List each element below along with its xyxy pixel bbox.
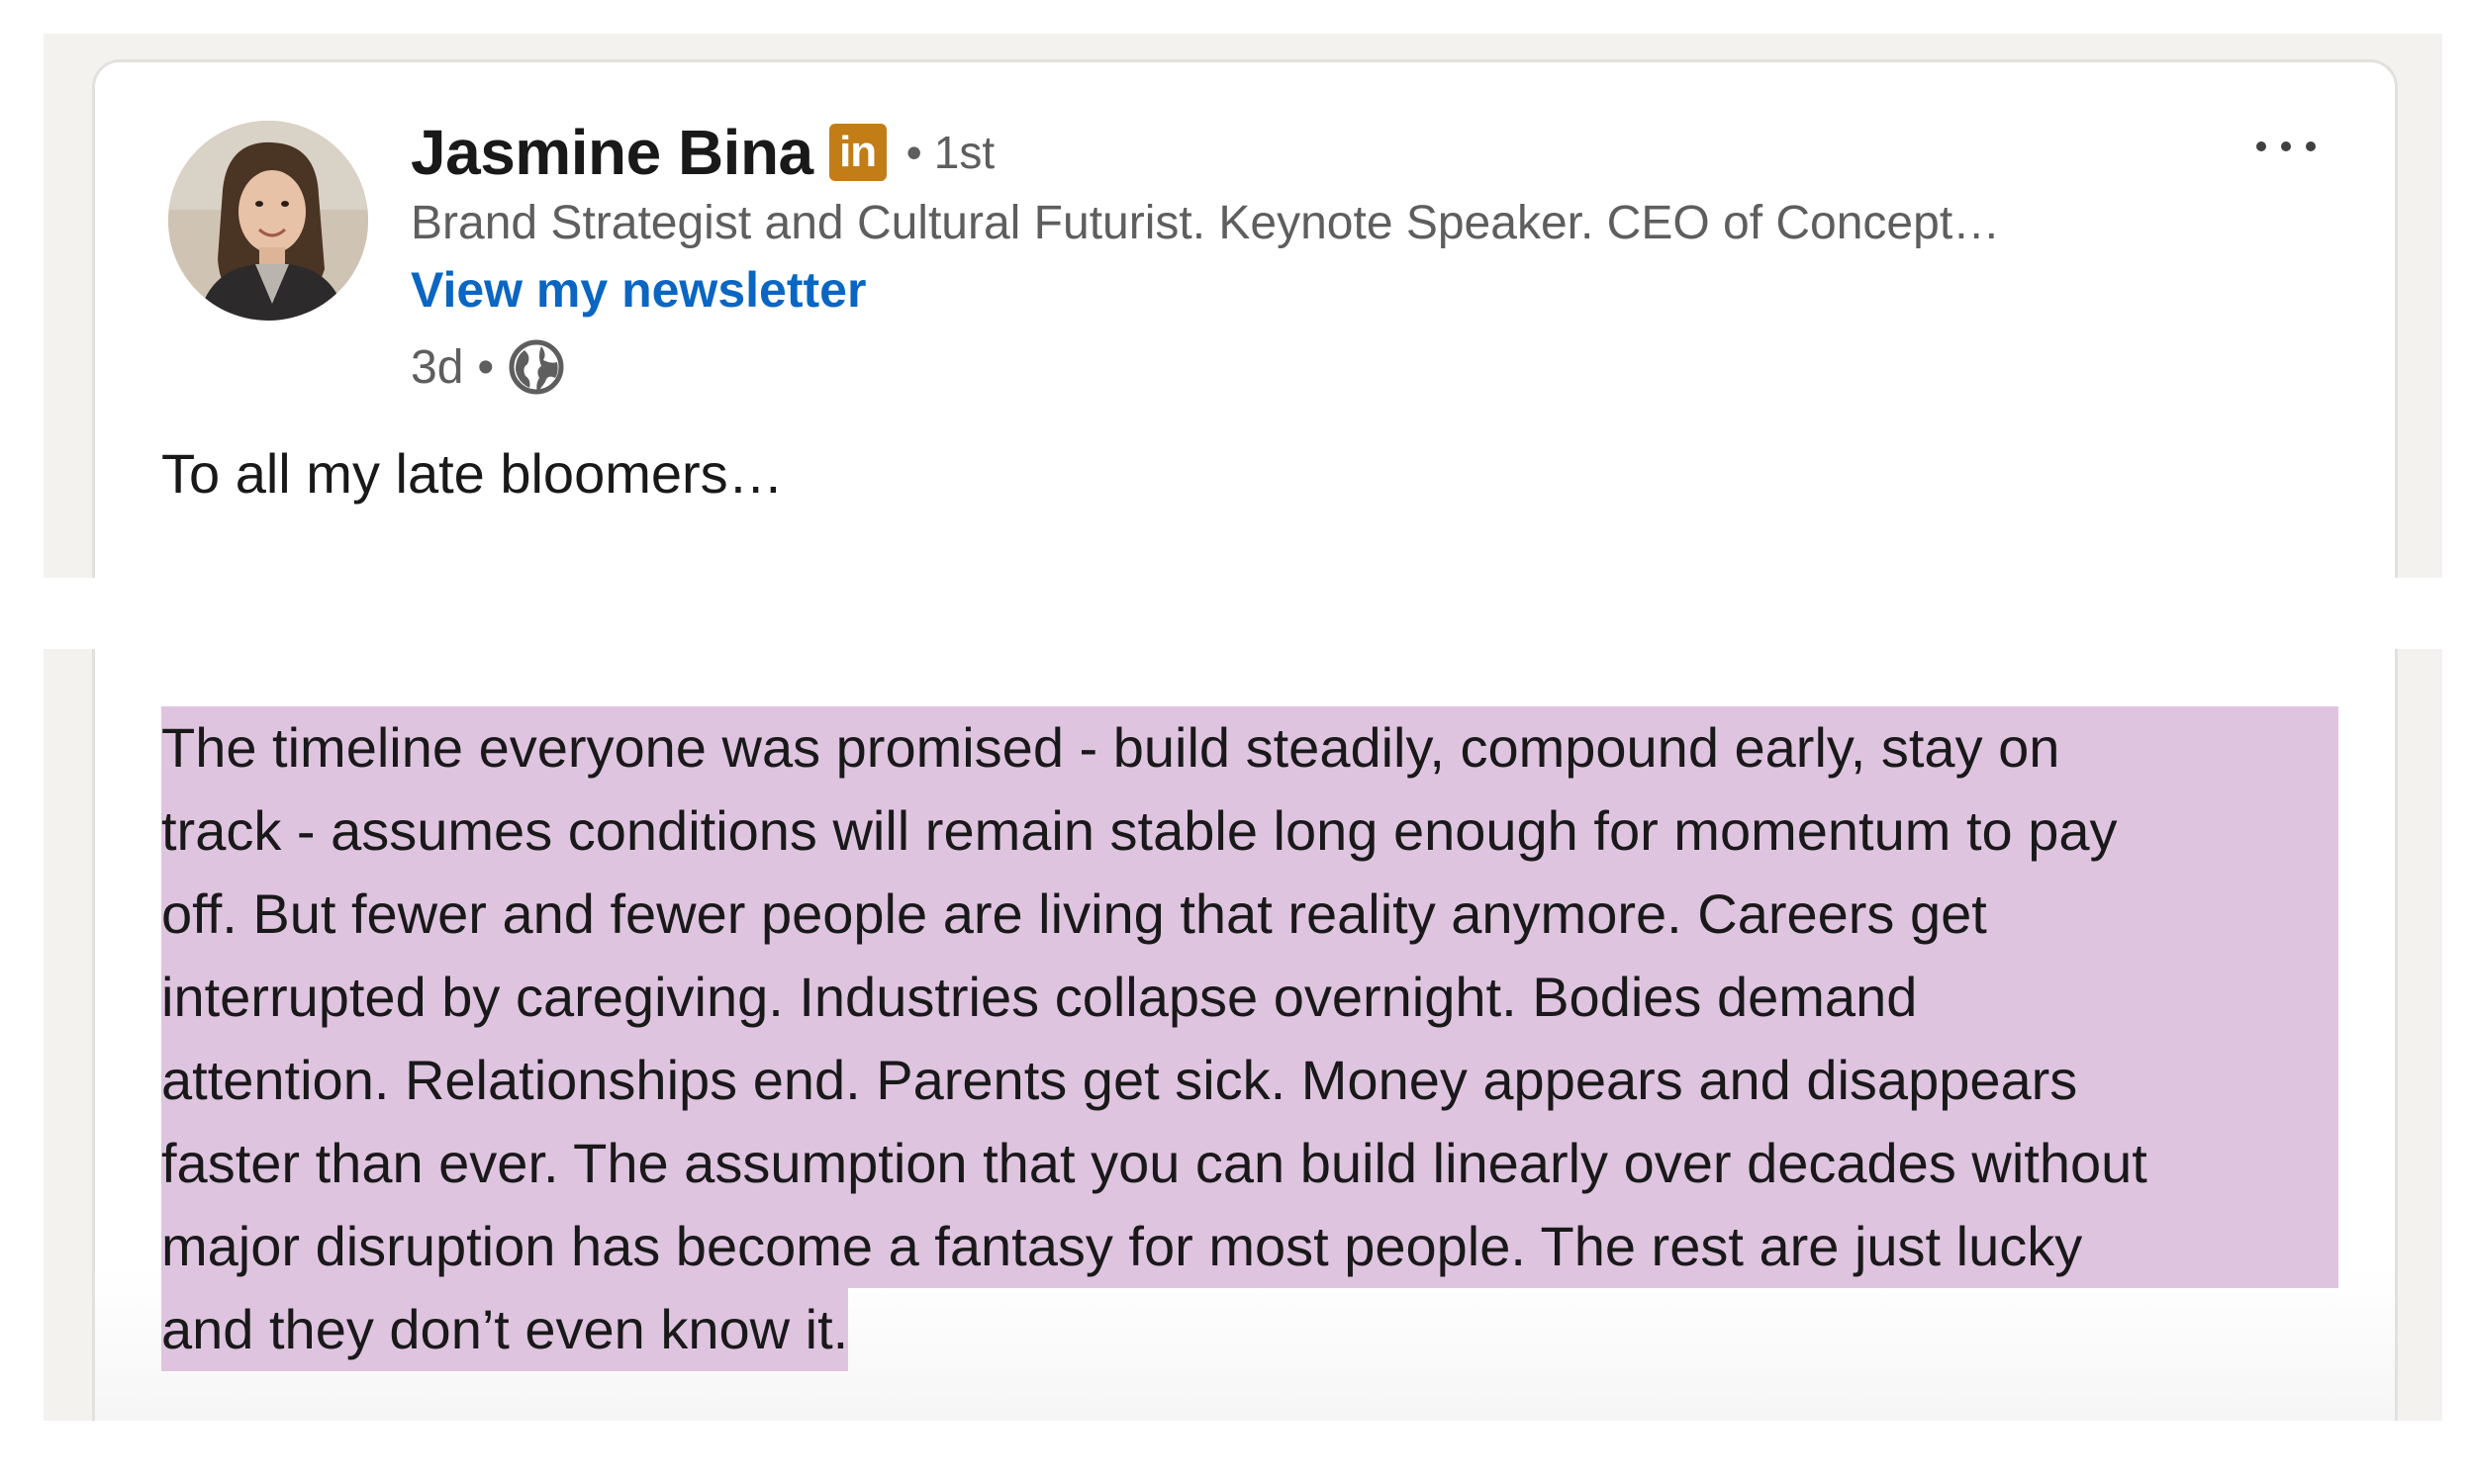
post-time: 3d: [411, 340, 464, 394]
avatar-photo: [168, 121, 368, 321]
degree-separator: •: [905, 127, 922, 178]
post-body-line: interrupted by caregiving. Industries co…: [161, 956, 2338, 1039]
post-intro-text: To all my late bloomers…: [161, 442, 784, 505]
time-separator: •: [477, 340, 495, 394]
highlighted-text: major disruption has become a fantasy fo…: [161, 1205, 2338, 1288]
degree-label: 1st: [933, 127, 996, 178]
post-body-line: faster than ever. The assumption that yo…: [161, 1122, 2338, 1205]
highlighted-text: off. But fewer and fewer people are livi…: [161, 873, 2338, 956]
more-options-button[interactable]: [2241, 117, 2331, 176]
linkedin-premium-badge-icon: in: [828, 124, 887, 181]
author-row: Jasmine Bina in • 1st: [411, 113, 995, 192]
post-body-line: off. But fewer and fewer people are livi…: [161, 873, 2338, 956]
post-body-line: attention. Relationships end. Parents ge…: [161, 1039, 2338, 1122]
highlighted-text: and they don’t even know it.: [161, 1288, 849, 1371]
author-name[interactable]: Jasmine Bina: [411, 116, 813, 189]
globe-icon: [509, 339, 564, 395]
post-body-line: The timeline everyone was promised - bui…: [161, 706, 2338, 789]
post-body-line: major disruption has become a fantasy fo…: [161, 1205, 2338, 1288]
author-headline: Brand Strategist and Cultural Futurist. …: [411, 197, 2001, 249]
author-avatar[interactable]: [168, 121, 368, 321]
more-horizontal-icon: [2256, 141, 2316, 151]
highlighted-text: interrupted by caregiving. Industries co…: [161, 956, 2338, 1039]
connection-degree: • 1st: [906, 126, 995, 179]
highlighted-text: The timeline everyone was promised - bui…: [161, 706, 2338, 789]
post-body-line: track - assumes conditions will remain s…: [161, 789, 2338, 873]
highlighted-text: track - assumes conditions will remain s…: [161, 789, 2338, 873]
post-body: The timeline everyone was promised - bui…: [161, 706, 2338, 1371]
post-meta: 3d •: [411, 334, 565, 400]
post-body-line: and they don’t even know it.: [161, 1288, 2338, 1371]
highlighted-text: attention. Relationships end. Parents ge…: [161, 1039, 2338, 1122]
view-newsletter-link[interactable]: View my newsletter: [411, 261, 866, 319]
highlighted-text: faster than ever. The assumption that yo…: [161, 1122, 2338, 1205]
screenshot-gap: [0, 578, 2474, 649]
